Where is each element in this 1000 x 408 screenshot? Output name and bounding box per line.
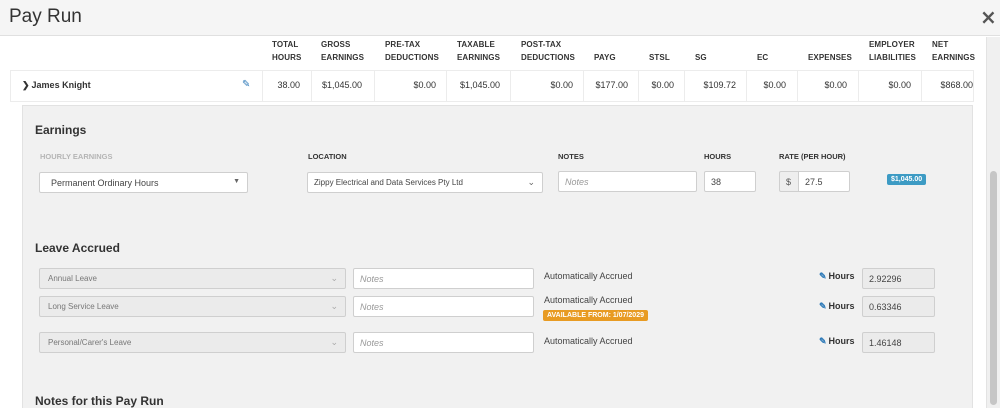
leave-status: Automatically Accrued [544,295,633,305]
column-header-pre-tax-deductions: PRE-TAX DEDUCTIONS [385,40,439,62]
employee-toggle[interactable]: ❯ James Knight [22,80,91,91]
employee-name: James Knight [31,80,91,90]
expenses-value: $0.00 [824,80,847,90]
leave-status: Automatically Accrued [544,336,633,346]
column-header-ec: EC [757,53,769,62]
modal-header: Pay Run × [0,0,1000,36]
vertical-scrollbar[interactable] [986,37,1000,408]
chevron-down-icon: ❯ [22,80,30,90]
column-header-total-hours: TOTAL HOURS [272,40,302,62]
rate-currency-prefix: $ [779,171,799,192]
leave-type-select[interactable]: Long Service Leave ⌄ [39,296,346,317]
stsl-value: $0.00 [651,80,674,90]
hours-label: Hours [828,271,855,281]
caret-down-icon: ▼ [233,178,240,185]
leave-status: Automatically Accrued [544,271,633,281]
taxable-value: $1,045.00 [459,80,500,90]
edit-pencil-icon[interactable]: ✎ [242,79,250,90]
payg-value: $177.00 [595,80,628,90]
leave-notes-input[interactable]: Notes [353,268,534,289]
pre-tax-value: $0.00 [413,80,436,90]
earnings-category-value: Permanent Ordinary Hours [51,178,159,188]
column-header-sg: SG [695,53,707,62]
location-select[interactable]: Zippy Electrical and Data Services Pty L… [307,172,543,193]
leave-notes-input[interactable]: Notes [353,332,534,353]
chevron-down-icon: ⌄ [330,337,338,347]
leave-type-value: Personal/Carer's Leave [48,338,132,347]
leave-hours-edit[interactable]: ✎ Hours [819,271,855,282]
location-value: Zippy Electrical and Data Services Pty L… [314,178,463,187]
divider [374,71,375,101]
column-header-employer-liabilities: EMPLOYER LIABILITIES [869,40,916,62]
rate-label: RATE (PER HOUR) [779,152,846,161]
hours-label: HOURS [704,152,732,161]
employee-detail-panel [22,105,973,408]
column-header-taxable-earnings: TAXABLE EARNINGS [457,40,501,62]
leave-type-select[interactable]: Personal/Carer's Leave ⌄ [39,332,346,353]
leave-hours-value[interactable]: 1.46148 [862,332,935,353]
column-header-payg: PAYG [594,53,616,62]
pencil-icon: ✎ [819,336,827,346]
earnings-title: Earnings [35,123,87,137]
earnings-hours-input[interactable]: 38 [704,171,756,192]
gross-earnings-value: $1,045.00 [321,80,362,90]
chevron-down-icon: ⌄ [330,301,338,311]
earnings-total-badge: $1,045.00 [887,174,927,185]
location-label: LOCATION [308,152,347,161]
leave-type-select[interactable]: Annual Leave ⌄ [39,268,346,289]
sg-value: $109.72 [703,80,736,90]
leave-type-value: Annual Leave [48,274,97,283]
earnings-category-select[interactable]: Permanent Ordinary Hours ▼ [39,172,248,193]
pencil-icon: ✎ [819,301,827,311]
scrollbar-thumb[interactable] [990,171,997,405]
leave-hours-edit[interactable]: ✎ Hours [819,336,855,347]
column-header-gross-earnings: GROSS EARNINGS [321,40,365,62]
close-icon[interactable]: × [980,5,997,29]
chevron-down-icon: ⌄ [527,177,535,187]
chevron-down-icon: ⌄ [330,273,338,283]
column-header-post-tax-deductions: POST-TAX DEDUCTIONS [521,40,575,62]
divider [510,71,511,101]
hourly-earnings-label: HOURLY EARNINGS [40,152,113,161]
ec-value: $0.00 [763,80,786,90]
leave-type-value: Long Service Leave [48,302,119,311]
column-header-net-earnings: NET EARNINGS [932,40,976,62]
column-header-stsl: STSL [649,53,670,62]
notes-label: NOTES [558,152,584,161]
net-earnings-value: $868.00 [940,80,973,90]
modal-title: Pay Run [9,6,82,27]
total-hours-value: 38.00 [277,80,300,90]
column-header-expenses: EXPENSES [808,53,852,62]
hours-label: Hours [828,301,855,311]
earnings-rate-input[interactable]: 27.5 [798,171,850,192]
leave-hours-value[interactable]: 2.92296 [862,268,935,289]
notes-pay-run-title: Notes for this Pay Run [35,394,164,408]
leave-hours-value[interactable]: 0.63346 [862,296,935,317]
leave-notes-input[interactable]: Notes [353,296,534,317]
leave-hours-edit[interactable]: ✎ Hours [819,301,855,312]
employer-liabilities-value: $0.00 [888,80,911,90]
pencil-icon: ✎ [819,271,827,281]
hours-label: Hours [828,336,855,346]
available-from-badge: AVAILABLE FROM: 1/07/2029 [543,310,648,321]
leave-accrued-title: Leave Accrued [35,241,120,255]
earnings-notes-input[interactable]: Notes [558,171,697,192]
post-tax-value: $0.00 [550,80,573,90]
